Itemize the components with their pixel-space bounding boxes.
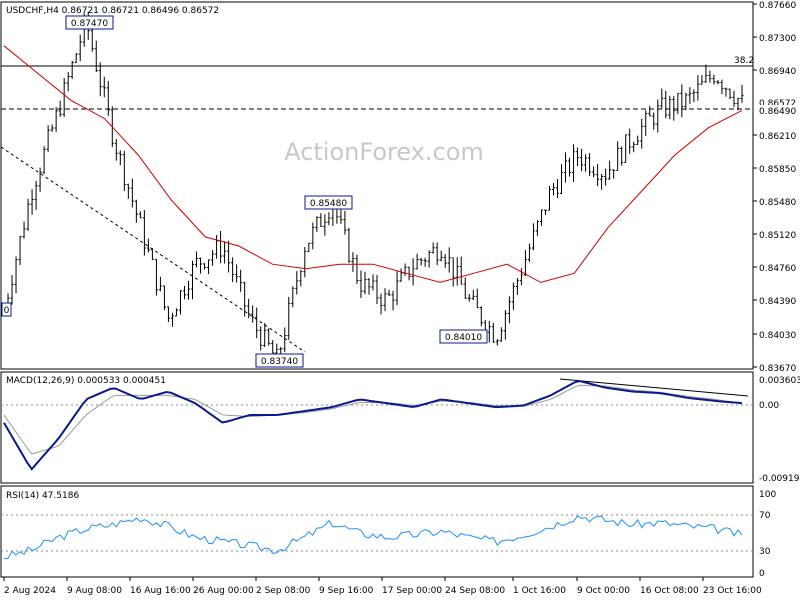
annotation-84010: 0.84010 xyxy=(439,329,488,344)
annotation-zero-text: 0 xyxy=(4,306,10,316)
price-axis-label: 0.85850 xyxy=(759,165,796,175)
time-axis-label: 1 Oct 16:00 xyxy=(513,586,566,596)
macd-axis-bottom: -0.009198 xyxy=(759,474,800,484)
fib-label: 38.2 xyxy=(734,56,754,66)
annotation-83740: 0.83740 xyxy=(255,353,304,368)
price-axis-label: 0.87660 xyxy=(759,1,796,11)
symbol-label: USDCHF,H4 0.86721 0.86721 0.86496 0.8657… xyxy=(6,6,219,16)
time-axis-label: 2 Aug 2024 xyxy=(4,586,56,596)
price-axis-label: 0.86940 xyxy=(759,67,796,77)
time-axis-label: 24 Sep 08:00 xyxy=(445,586,505,596)
macd-axis-zero: 0.00 xyxy=(759,401,779,411)
time-axis-label: 2 Sep 08:00 xyxy=(256,586,311,596)
price-axis: 0.87660 0.87300 0.86940 0.86210 0.85850 0.854… xyxy=(753,1,796,374)
macd-axis-top: 0.003603 xyxy=(759,376,800,386)
rsi-axis-30: 30 xyxy=(759,547,771,557)
rsi-axis-70: 70 xyxy=(759,511,771,521)
rsi-axis-0: 0 xyxy=(759,569,765,579)
time-axis-label: 23 Oct 16:00 xyxy=(703,586,762,596)
rsi-axis-100: 100 xyxy=(759,490,776,500)
ma-price-label: 0.86490 xyxy=(759,107,796,117)
annotation-83740-text: 0.83740 xyxy=(261,357,298,367)
price-axis-label: 0.83670 xyxy=(759,364,796,374)
time-axis-label: 16 Aug 16:00 xyxy=(130,586,191,596)
price-axis-label: 0.84030 xyxy=(759,331,796,341)
price-axis-label: 0.86210 xyxy=(759,132,796,142)
price-axis-label: 0.84390 xyxy=(759,297,796,307)
ma-price-box: 0.86490 xyxy=(754,105,800,117)
price-axis-label: 0.85120 xyxy=(759,231,796,241)
time-axis-label: 9 Aug 08:00 xyxy=(67,586,122,596)
main-panel xyxy=(0,1,754,370)
macd-title: MACD(12,26,9) 0.000533 0.000451 xyxy=(6,376,166,386)
price-axis-label: 0.84760 xyxy=(759,264,796,274)
time-axis-label: 9 Oct 00:00 xyxy=(577,586,630,596)
rsi-title: RSI(14) 47.5186 xyxy=(6,491,79,501)
time-axis-label: 16 Oct 08:00 xyxy=(640,586,699,596)
price-axis-label: 0.85480 xyxy=(759,198,796,208)
time-axis-label: 17 Sep 00:00 xyxy=(382,586,442,596)
rsi-panel xyxy=(0,485,754,578)
annotation-85480: 0.85480 xyxy=(304,195,353,210)
annotation-87470: 0.87470 xyxy=(65,15,114,30)
annotation-zero: 0 xyxy=(1,302,12,317)
annotation-84010-text: 0.84010 xyxy=(445,333,482,343)
price-axis-label: 0.87300 xyxy=(759,34,796,44)
chart-canvas: ActionForex.com USDCHF,H4 0.86721 0.8672… xyxy=(0,1,800,596)
time-axis: 2 Aug 2024 9 Aug 08:00 16 Aug 16:00 26 Aug … xyxy=(3,577,762,596)
time-axis-label: 9 Sep 16:00 xyxy=(319,586,374,596)
annotation-87470-text: 0.87470 xyxy=(71,19,108,29)
annotation-85480-text: 0.85480 xyxy=(310,199,347,209)
time-axis-label: 26 Aug 00:00 xyxy=(193,586,254,596)
watermark: ActionForex.com xyxy=(284,138,484,166)
